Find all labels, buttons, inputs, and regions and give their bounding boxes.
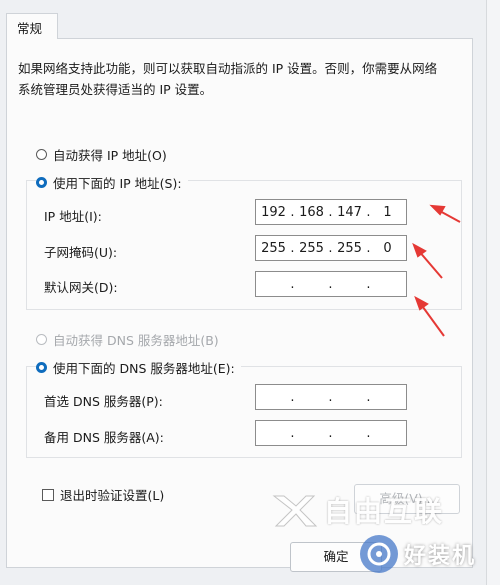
brand-logo-icon (367, 542, 391, 566)
brand-circle-icon (360, 535, 398, 573)
tab-general-label: 常规 (17, 21, 43, 36)
watermark-brand-2: 好装机 (360, 535, 476, 573)
watermark-brand-1-text: 自由互联 (324, 495, 445, 528)
watermark-brand-1: 自由互联 (270, 490, 444, 530)
watermark-brand-2-text: 好装机 (404, 544, 477, 569)
brand-x-icon (272, 495, 318, 527)
tab-general[interactable]: 常规 (6, 13, 58, 39)
arrow-gateway (419, 302, 445, 337)
